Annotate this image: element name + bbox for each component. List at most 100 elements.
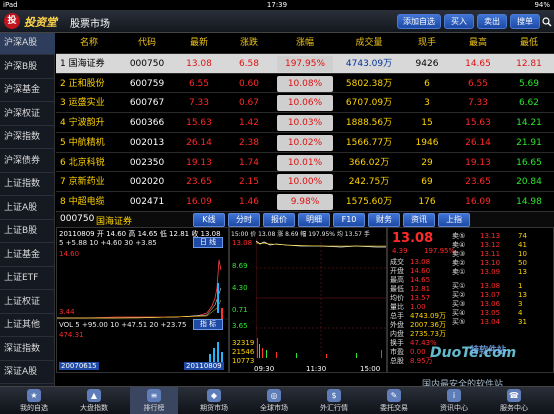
sidebar-item-9[interactable]: 上证基金: [0, 245, 55, 267]
tab-detail[interactable]: 明细: [298, 213, 330, 227]
row-cell-code: 002350: [129, 157, 165, 168]
table-header-3[interactable]: 涨跌: [224, 33, 274, 53]
nav-trade-icon: ✎: [387, 389, 401, 402]
table-header-8[interactable]: 最低: [504, 33, 554, 53]
row-cell-vol: 1888.56万: [345, 118, 393, 129]
tab-kline[interactable]: K线: [193, 213, 225, 227]
add-watchlist-button[interactable]: 添加自选: [397, 14, 441, 29]
minute-time-mid: 11:30: [306, 365, 327, 373]
sidebar-item-10[interactable]: 上证ETF: [0, 268, 55, 290]
nav-global[interactable]: ◎ 全球市场: [250, 387, 298, 414]
sidebar-item-5[interactable]: 沪深债券: [0, 151, 55, 173]
buy-button[interactable]: 买入: [444, 14, 474, 29]
ob-stat-value: 4743.09万: [410, 312, 446, 320]
sidebar-item-3[interactable]: 沪深权证: [0, 104, 55, 126]
indicator-button[interactable]: 指 标: [193, 319, 223, 330]
table-header-0[interactable]: 名称: [58, 33, 120, 53]
row-cell-last: 15.63: [186, 118, 212, 129]
page-title: 股票市场: [70, 19, 110, 30]
daily-period-button[interactable]: 日 线: [193, 237, 223, 248]
sidebar-item-8[interactable]: 上证B股: [0, 221, 55, 243]
row-cell-chg: 6.58: [238, 59, 260, 69]
table-row[interactable]: 2 正和股份 600759 6.55 0.60 10.08% 5802.38万 6 6.55 5…: [56, 72, 554, 93]
nav-my-watchlist[interactable]: ★ 我的自选: [10, 387, 58, 414]
nav-service[interactable]: ☎ 服务中心: [490, 387, 538, 414]
ob-stat-value: 0.00: [410, 348, 426, 356]
table-header-2[interactable]: 最新: [174, 33, 224, 53]
row-cell-code: 002020: [129, 177, 165, 188]
nav-forex[interactable]: $ 外汇行情: [310, 387, 358, 414]
row-cell-chg: 1.46: [238, 196, 260, 207]
nav-label: 外汇行情: [320, 404, 348, 412]
nav-index[interactable]: ▲ 大盘指数: [70, 387, 118, 414]
table-row[interactable]: 3 运盛实业 600767 7.33 0.67 10.06% 6707.09万 3 7.33 6…: [56, 92, 554, 112]
stock-code: 000750: [60, 214, 95, 224]
sidebar-item-1[interactable]: 沪深B股: [0, 57, 55, 79]
ob-stat-label: 内盘: [390, 330, 404, 338]
ob-bid-vol: 31: [518, 318, 527, 326]
table-header-5[interactable]: 成交量: [336, 33, 402, 53]
row-cell-chg: 0.60: [238, 78, 260, 89]
table-header-7[interactable]: 最高: [452, 33, 504, 53]
order-query-button[interactable]: 搜单: [510, 14, 540, 29]
nav-news[interactable]: i 资讯中心: [430, 387, 478, 414]
table-header-6[interactable]: 现手: [402, 33, 452, 53]
nav-futures[interactable]: ◆ 期货市场: [190, 387, 238, 414]
sidebar-item-11[interactable]: 上证权证: [0, 292, 55, 314]
row-cell-high: 14.65: [465, 59, 491, 69]
ob-stat-value: 12.81: [410, 285, 431, 293]
sell-button[interactable]: 卖出: [477, 14, 507, 29]
row-cell-vol: 1575.60万: [345, 196, 393, 207]
tab-index[interactable]: 上指: [438, 213, 470, 227]
nav-ranking[interactable]: ≡ 排行榜: [130, 387, 178, 414]
table-row[interactable]: 5 中航精机 002013 26.14 2.38 10.02% 1566.77万 1946 2…: [56, 131, 554, 152]
sidebar-item-4[interactable]: 沪深指数: [0, 127, 55, 149]
tab-finance[interactable]: 财务: [368, 213, 400, 227]
row-cell-code: 002471: [129, 196, 165, 207]
minute-chart-panel[interactable]: 15:00 价 13.08 涨 8.69 幅 197.95% 均 13.57 手…: [229, 227, 387, 373]
row-cell-cur: 1946: [415, 137, 439, 148]
kline-volume-bars: [209, 342, 223, 362]
tab-minute[interactable]: 分时: [228, 213, 260, 227]
pct-badge: 10.01%: [277, 154, 333, 171]
sidebar-item-2[interactable]: 沪深基金: [0, 80, 55, 102]
tab-news[interactable]: 资讯: [403, 213, 435, 227]
row-cell-last: 6.55: [188, 78, 210, 89]
sidebar-item-7[interactable]: 上证A股: [0, 198, 55, 220]
table-row[interactable]: 7 京新药业 002020 23.65 2.15 10.00% 242.75万 69 23.6…: [56, 171, 554, 191]
tab-quote[interactable]: 报价: [263, 213, 295, 227]
sidebar-item-0[interactable]: 沪深A股: [0, 33, 55, 55]
ob-stat-label: 最低: [390, 285, 404, 293]
kline-chart-panel[interactable]: 20110809 开 14.60 高 14.65 低 12.81 收 13.08…: [56, 227, 229, 373]
pct-badge: 10.08%: [277, 75, 333, 92]
table-header-4[interactable]: 涨幅: [274, 33, 336, 53]
ob-stat-label: 均价: [390, 294, 404, 302]
row-cell-high: 16.09: [465, 196, 491, 207]
table-row[interactable]: 6 北京科锐 002350 19.13 1.74 10.01% 366.02万 29 19.1…: [56, 151, 554, 172]
row-cell-low: 20.84: [516, 177, 542, 188]
ob-bid-level: 买①: [452, 282, 466, 290]
sidebar-item-14[interactable]: 深证A股: [0, 362, 55, 384]
sidebar-item-12[interactable]: 上证其他: [0, 315, 55, 337]
nav-news-icon: i: [447, 389, 461, 402]
table-row[interactable]: 8 中超电缆 002471 16.09 1.46 9.98% 1575.60万 176 16.…: [56, 190, 554, 211]
nav-trade[interactable]: ✎ 委托交易: [370, 387, 418, 414]
table-row[interactable]: 1 国海证券 000750 13.08 6.58 197.95% 4743.09万 9426…: [56, 53, 554, 73]
table-row[interactable]: 4 宁波韵升 600366 15.63 1.42 10.03% 1888.56万 15 15.…: [56, 112, 554, 132]
sidebar-item-13[interactable]: 深证指数: [0, 339, 55, 361]
row-cell-chg: 0.67: [238, 98, 260, 109]
search-icon[interactable]: [542, 17, 552, 27]
tab-f10[interactable]: F10: [333, 213, 365, 227]
row-cell-name: 4 宁波韵升: [60, 118, 105, 129]
ob-ask-price: 13.11: [480, 250, 501, 258]
nav-label: 排行榜: [143, 404, 165, 412]
ob-bid-price: 13.06: [480, 300, 501, 308]
row-cell-high: 7.33: [467, 98, 489, 109]
pct-badge: 9.98%: [277, 193, 333, 210]
ob-stat-value: 14.65: [410, 276, 431, 284]
nav-label: 期货市场: [200, 404, 228, 412]
row-cell-cur: 3: [424, 98, 430, 109]
table-header-1[interactable]: 代码: [120, 33, 174, 53]
pct-badge: 10.03%: [277, 115, 333, 132]
sidebar-item-6[interactable]: 上证指数: [0, 174, 55, 196]
